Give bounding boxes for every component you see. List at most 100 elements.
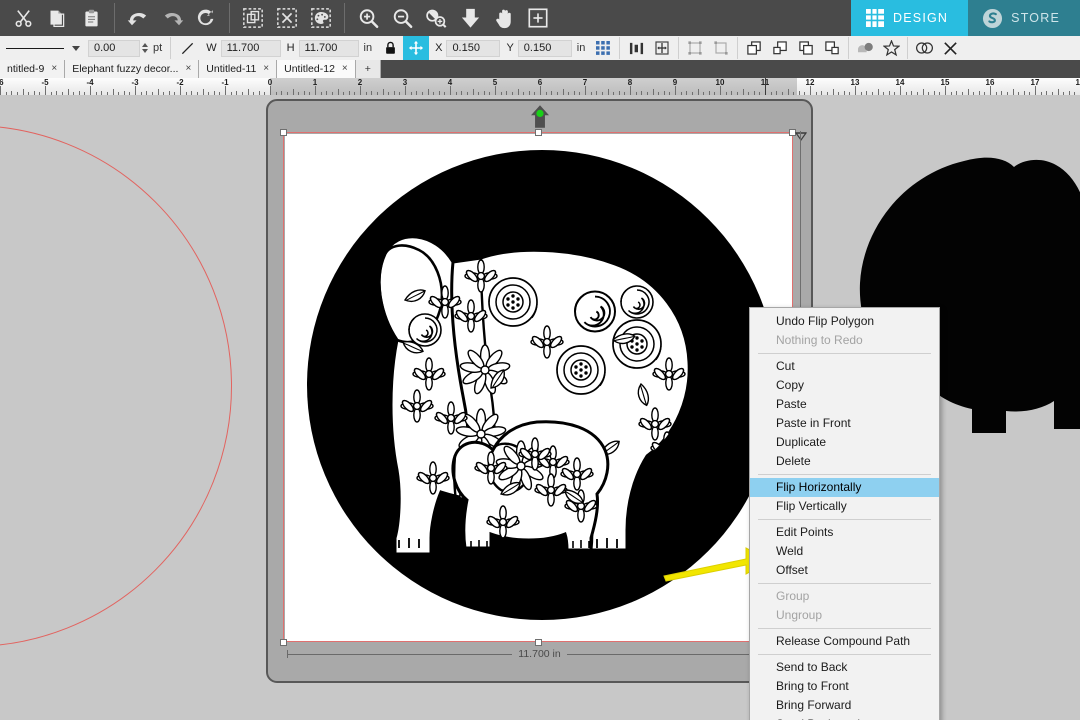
fit-box-icon bbox=[528, 8, 548, 28]
menu-item-paste[interactable]: Paste bbox=[750, 395, 939, 414]
align-horizontal-button[interactable] bbox=[623, 37, 649, 59]
menu-item-cut[interactable]: Cut bbox=[750, 357, 939, 376]
selection-handle-bottom-left[interactable] bbox=[280, 639, 287, 646]
select-by-color-button[interactable] bbox=[304, 2, 338, 34]
copy-button[interactable] bbox=[40, 2, 74, 34]
ruler-label: 2 bbox=[357, 78, 363, 87]
ruler-label: 3 bbox=[402, 78, 408, 87]
line-width-input[interactable]: 0.00 bbox=[88, 39, 140, 57]
selection-handle-top-left[interactable] bbox=[280, 129, 287, 136]
menu-item-bring-forward[interactable]: Bring Forward bbox=[750, 696, 939, 715]
menu-item-send-to-back[interactable]: Send to Back bbox=[750, 658, 939, 677]
lock-aspect-button[interactable] bbox=[377, 37, 403, 59]
magnifier-plus-icon bbox=[359, 8, 378, 28]
align-center-button[interactable] bbox=[649, 37, 675, 59]
close-icon[interactable]: × bbox=[185, 64, 191, 74]
down-arrow-fit-icon bbox=[461, 8, 479, 28]
arrange-backward-button[interactable] bbox=[819, 37, 845, 59]
arrange-forward-button[interactable] bbox=[767, 37, 793, 59]
close-icon[interactable]: × bbox=[263, 64, 269, 74]
document-tab-0[interactable]: ntitled-9 × bbox=[0, 60, 66, 78]
line-style-preview[interactable] bbox=[6, 42, 68, 54]
arrange-front-button[interactable] bbox=[741, 37, 767, 59]
offcanvas-red-circle-shape[interactable] bbox=[0, 125, 232, 647]
ruler-label: 14 bbox=[895, 78, 905, 87]
height-label: H bbox=[286, 42, 295, 54]
close-icon[interactable]: × bbox=[51, 64, 57, 74]
ruler-tick bbox=[855, 86, 856, 95]
main-toolbar: DESIGN STORE bbox=[0, 0, 1080, 36]
move-tool-button[interactable] bbox=[403, 36, 430, 60]
menu-item-offset[interactable]: Offset bbox=[750, 561, 939, 580]
ruler-label: 1 bbox=[312, 78, 318, 87]
zoom-selection-button[interactable] bbox=[419, 2, 453, 34]
intersect-button[interactable] bbox=[911, 37, 937, 59]
menu-item-paste-in-front[interactable]: Paste in Front bbox=[750, 414, 939, 433]
rotate-fixed-button[interactable] bbox=[708, 37, 734, 59]
weld-button[interactable] bbox=[852, 37, 878, 59]
y-input[interactable]: 0.150 bbox=[517, 39, 572, 57]
chevron-down-icon[interactable] bbox=[72, 45, 80, 51]
menu-item-edit-points[interactable]: Edit Points bbox=[750, 523, 939, 542]
redo-button[interactable] bbox=[155, 2, 189, 34]
line-tool-button[interactable] bbox=[174, 37, 200, 59]
menu-item-flip-horizontally[interactable]: Flip Horizontally bbox=[750, 478, 939, 497]
menu-item-delete[interactable]: Delete bbox=[750, 452, 939, 471]
x-input[interactable]: 0.150 bbox=[446, 39, 501, 57]
selection-handle-bottom-center[interactable] bbox=[535, 639, 542, 646]
document-tab-3[interactable]: Untitled-12 × bbox=[277, 60, 356, 78]
tab-design[interactable]: DESIGN bbox=[851, 0, 969, 36]
menu-item-undo-flip-polygon[interactable]: Undo Flip Polygon bbox=[750, 312, 939, 331]
toolbar-group-zoom bbox=[345, 0, 561, 36]
document-tab-2[interactable]: Untitled-11 × bbox=[199, 60, 278, 78]
ruler-label: 6 bbox=[537, 78, 543, 87]
menu-item-send-backward[interactable]: Send Backward bbox=[750, 715, 939, 720]
rotate-free-button[interactable] bbox=[682, 37, 708, 59]
star-outline-icon bbox=[882, 39, 900, 56]
new-document-tab-button[interactable]: + bbox=[355, 60, 381, 78]
cut-button[interactable] bbox=[6, 2, 40, 34]
context-menu[interactable]: Undo Flip Polygon Nothing to Redo Cut Copy P… bbox=[749, 307, 940, 720]
silhouette-studio-window: DESIGN STORE 0.00 pt W 11.700 H 11.700 i… bbox=[0, 0, 1080, 720]
close-icon[interactable]: × bbox=[342, 64, 348, 74]
width-input[interactable]: 11.700 bbox=[220, 39, 281, 57]
diagonal-line-icon bbox=[181, 42, 193, 54]
select-all-button[interactable] bbox=[236, 2, 270, 34]
menu-item-flip-vertically[interactable]: Flip Vertically bbox=[750, 497, 939, 516]
document-tab-1[interactable]: Elephant fuzzy decor... × bbox=[65, 60, 200, 78]
tab-store[interactable]: STORE bbox=[968, 0, 1080, 36]
refresh-button[interactable] bbox=[189, 2, 223, 34]
guide-marker-icon[interactable] bbox=[795, 131, 807, 147]
star-modify-button[interactable] bbox=[878, 37, 904, 59]
menu-item-release-compound-path[interactable]: Release Compound Path bbox=[750, 632, 939, 651]
lock-closed-icon bbox=[385, 41, 395, 54]
zoom-fit-button[interactable] bbox=[521, 2, 555, 34]
properties-toolbar: 0.00 pt W 11.700 H 11.700 in X 0.150 Y 0 bbox=[0, 36, 1080, 61]
zoom-in-button[interactable] bbox=[351, 2, 385, 34]
menu-item-weld[interactable]: Weld bbox=[750, 542, 939, 561]
rotate-handle-green-icon[interactable] bbox=[531, 105, 549, 129]
ruler-tick bbox=[720, 86, 721, 95]
undo-button[interactable] bbox=[121, 2, 155, 34]
ruler-tick bbox=[450, 86, 451, 95]
arrange-back-button[interactable] bbox=[793, 37, 819, 59]
deselect-button[interactable] bbox=[270, 2, 304, 34]
paste-button[interactable] bbox=[74, 2, 108, 34]
zoom-out-button[interactable] bbox=[385, 2, 419, 34]
horizontal-ruler[interactable]: -6-5-4-3-2-10123456789101112131415161718 bbox=[0, 78, 1080, 96]
menu-item-bring-to-front[interactable]: Bring to Front bbox=[750, 677, 939, 696]
toolbar-group-clipboard bbox=[0, 0, 114, 36]
anchor-point-selector[interactable] bbox=[590, 37, 616, 59]
subtract-button[interactable] bbox=[937, 37, 963, 59]
tab-store-label: STORE bbox=[1011, 11, 1060, 25]
line-width-stepper[interactable] bbox=[142, 43, 148, 53]
toolbar-separator bbox=[737, 37, 739, 59]
fit-page-button[interactable] bbox=[453, 2, 487, 34]
menu-item-copy[interactable]: Copy bbox=[750, 376, 939, 395]
selection-handle-top-center[interactable] bbox=[535, 129, 542, 136]
menu-divider bbox=[758, 583, 931, 584]
document-tab-bar: ntitled-9 × Elephant fuzzy decor... × Un… bbox=[0, 60, 1080, 78]
pan-button[interactable] bbox=[487, 2, 521, 34]
menu-item-duplicate[interactable]: Duplicate bbox=[750, 433, 939, 452]
height-input[interactable]: 11.700 bbox=[298, 39, 359, 57]
